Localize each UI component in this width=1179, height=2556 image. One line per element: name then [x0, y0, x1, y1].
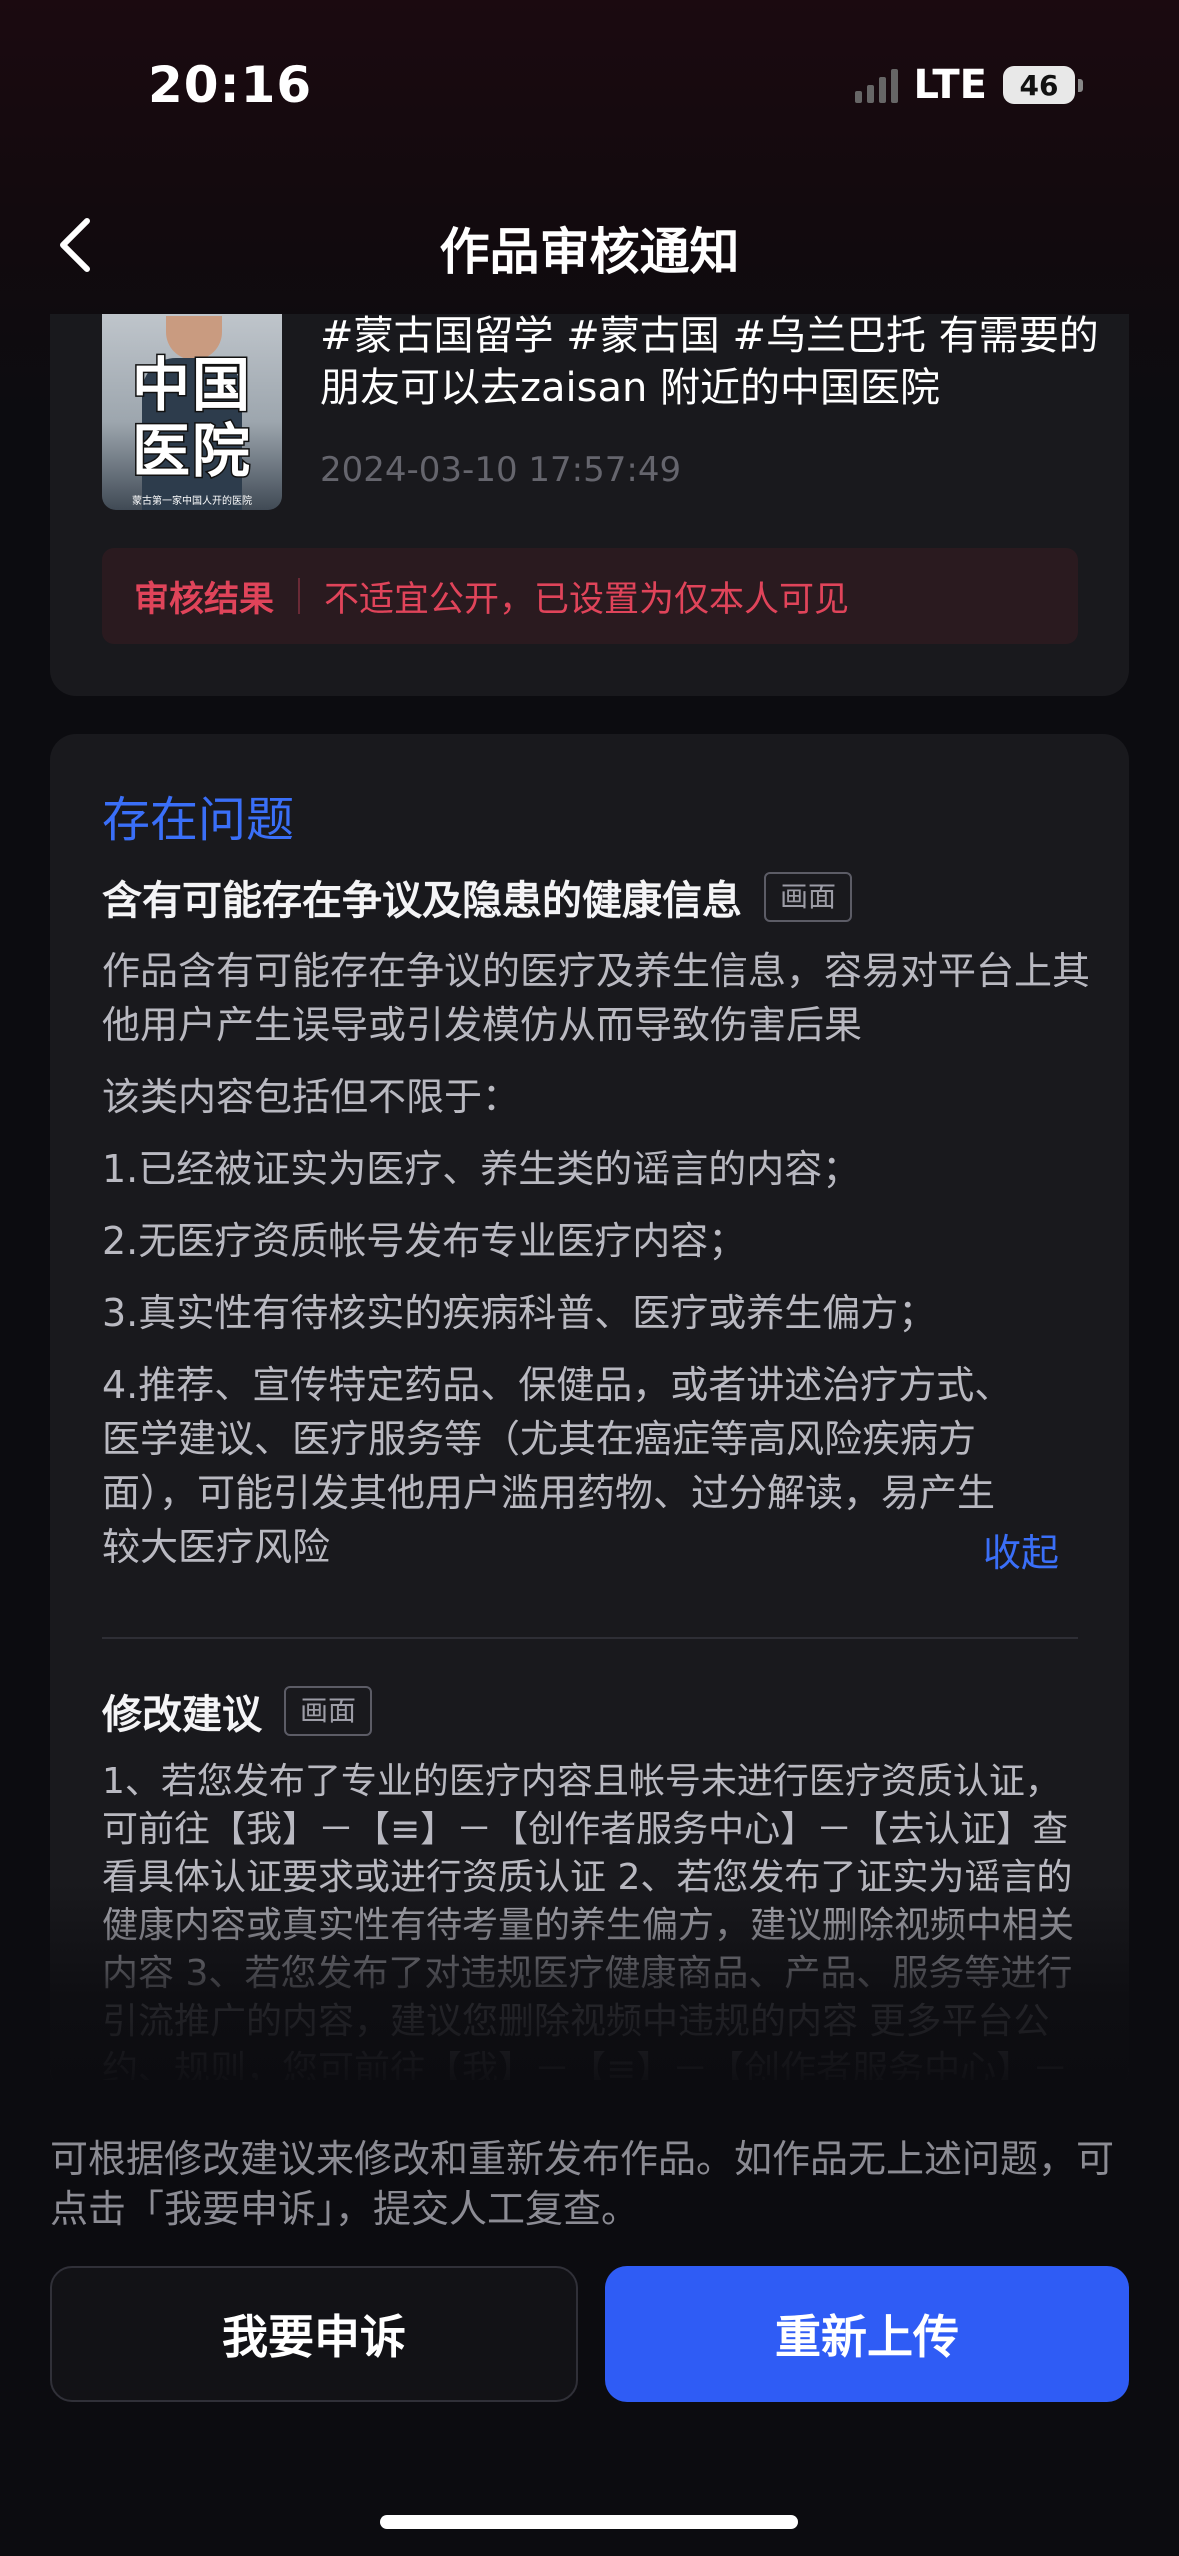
- signal-icon: [854, 67, 898, 103]
- thumbnail-overlay-text: 中国 医院: [130, 351, 252, 486]
- issue-includes-label: 该类内容包括但不限于：: [102, 1075, 521, 1119]
- battery-icon: 46: [1003, 66, 1083, 104]
- section-title: 存在问题: [102, 792, 295, 848]
- suggestion-heading: 修改建议 画面: [102, 1682, 373, 1740]
- divider: [298, 578, 301, 614]
- list-item: 2.无医疗资质帐号发布专业医疗内容；: [102, 1219, 747, 1263]
- status-time: 20:16: [148, 56, 313, 114]
- thumbnail-caption: 蒙古第一家中国人开的医院: [132, 496, 252, 507]
- post-thumbnail[interactable]: 中国 医院 蒙古第一家中国人开的医院: [102, 314, 282, 510]
- issue-card: 存在问题 含有可能存在争议及隐患的健康信息 画面 作品含有可能存在争议的医疗及养…: [50, 734, 1129, 2094]
- list-item: 4.推荐、宣传特定药品、保健品，或者讲述治疗方式、医学建议、医疗服务等（尤其在癌…: [102, 1363, 1013, 1569]
- battery-level: 46: [1003, 66, 1075, 104]
- network-label: LTE: [913, 62, 987, 108]
- status-icons: LTE 46: [854, 62, 1083, 108]
- review-result-value: 不适宜公开，已设置为仅本人可见: [324, 579, 850, 620]
- review-result-label: 审核结果: [134, 579, 275, 620]
- issue-description: 作品含有可能存在争议的医疗及养生信息，容易对平台上其他用户产生误导或引发模仿从而…: [102, 944, 1092, 1592]
- list-item: 1.已经被证实为医疗、养生类的谣言的内容；: [102, 1147, 861, 1191]
- post-title: #蒙古国留学 #蒙古国 #乌兰巴托 有需要的朋友可以去zaisan 附近的中国医…: [320, 314, 1099, 411]
- divider: [102, 1637, 1078, 1639]
- issue-tag: 画面: [764, 872, 853, 922]
- appeal-button[interactable]: 我要申诉: [50, 2266, 578, 2402]
- home-indicator[interactable]: [380, 2515, 798, 2529]
- issue-heading: 含有可能存在争议及隐患的健康信息 画面: [102, 868, 853, 926]
- post-date: 2024-03-10 17:57:49: [320, 450, 682, 490]
- suggestion-title: 修改建议: [102, 1692, 262, 1738]
- post-card: 中国 医院 蒙古第一家中国人开的医院 #蒙古国留学 #蒙古国 #乌兰巴托 有需要…: [50, 314, 1129, 696]
- list-item: 3.真实性有待核实的疾病科普、医疗或养生偏方；: [102, 1291, 937, 1335]
- page-title: 作品审核通知: [439, 223, 740, 281]
- issue-description-text: 作品含有可能存在争议的医疗及养生信息，容易对平台上其他用户产生误导或引发模仿从而…: [102, 949, 1091, 1047]
- scroll-fade: [50, 1884, 1129, 2094]
- reupload-button[interactable]: 重新上传: [605, 2266, 1129, 2402]
- footer-note: 可根据修改建议来修改和重新发布作品。如作品无上述问题，可点击「我要申诉」，提交人…: [50, 2137, 1115, 2231]
- suggestion-tag: 画面: [284, 1686, 373, 1736]
- issue-title: 含有可能存在争议及隐患的健康信息: [102, 878, 742, 924]
- collapse-link[interactable]: 收起: [983, 1522, 1059, 1577]
- review-result-bar: 审核结果 不适宜公开，已设置为仅本人可见: [102, 548, 1078, 644]
